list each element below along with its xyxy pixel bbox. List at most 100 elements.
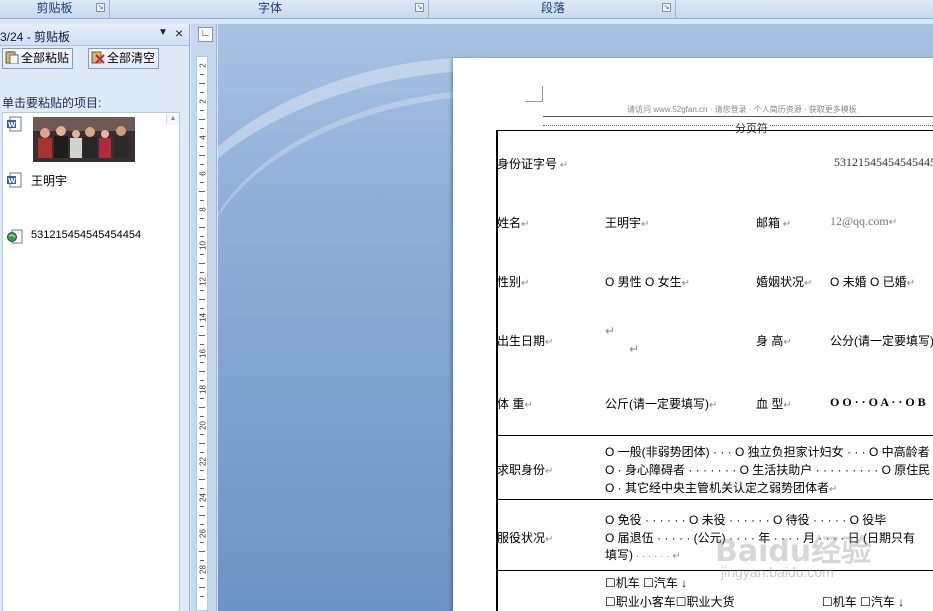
tab-selector-icon[interactable]: ∟	[198, 27, 213, 42]
ruler-tick	[200, 470, 204, 471]
identity-label: 求职身份↵	[497, 463, 554, 477]
ribbon-group-clipboard-label: 剪贴板	[36, 1, 73, 15]
ruler-tick	[200, 74, 204, 75]
gender-label: 性别↵	[497, 275, 530, 289]
ribbon-group-paragraph: 段落 ↘	[431, 0, 676, 19]
license-option-line[interactable]: ☐职业小客车☐职业大货	[605, 593, 735, 610]
ruler-tick	[199, 371, 205, 372]
ruler-tick	[200, 398, 204, 399]
ruler-tick	[199, 83, 205, 84]
birth-label: 出生日期↵	[497, 334, 554, 348]
ribbon-group-clipboard: 剪贴板 ↘	[0, 0, 110, 19]
ruler-tick	[200, 236, 204, 237]
vertical-ruler[interactable]: 2 2 4 6 8 10 12 14 16 18 20 22 24 26 28	[196, 56, 208, 611]
ruler-tick	[200, 596, 204, 597]
ruler-number: 10	[198, 241, 208, 250]
military-label: 服役状况↵	[497, 531, 554, 545]
identity-option-line[interactable]: O · 其它经中央主管机关认定之弱势团体者↵	[605, 479, 837, 496]
ruler-number: 6	[198, 171, 208, 176]
ribbon-group-font-label: 字体	[257, 1, 282, 15]
web-icon	[7, 229, 23, 244]
ribbon-group-font: 字体 ↘	[112, 0, 429, 19]
font-dialog-launcher-icon[interactable]: ↘	[415, 3, 424, 12]
clipboard-pane-title: 3/24 - 剪贴板	[0, 30, 71, 44]
ruler-tick	[200, 578, 204, 579]
ruler-tick	[199, 407, 205, 408]
ruler-tick	[199, 443, 205, 444]
ruler-tick	[200, 128, 204, 129]
ruler-tick	[199, 479, 205, 480]
ruler-tick	[200, 164, 204, 165]
weight-value[interactable]: 公斤(请一定要填写)↵	[605, 395, 717, 412]
ruler-tick	[200, 362, 204, 363]
ruler-tick	[199, 335, 205, 336]
marital-label: 婚姻状况↵	[756, 275, 813, 289]
ruler-tick	[199, 263, 205, 264]
ruler-number: 16	[198, 349, 208, 358]
email-label: 邮箱 ↵	[756, 216, 792, 230]
word-doc-icon: W	[7, 116, 22, 132]
email-value[interactable]: 12@qq.com↵	[830, 214, 897, 229]
ruler-tick	[200, 488, 204, 489]
marital-options[interactable]: O 未婚 O 已婚↵	[830, 273, 915, 290]
clipboard-pane: 3/24 - 剪贴板 ▼ × 全部粘贴 全部清空 单击要粘贴的项目: ▲ W W…	[0, 24, 190, 611]
ruler-tick	[200, 416, 204, 417]
ruler-number: 12	[198, 277, 208, 286]
ruler-number: 20	[198, 421, 208, 430]
ruler-number: 28	[198, 565, 208, 574]
clipboard-dialog-launcher-icon[interactable]: ↘	[96, 3, 105, 12]
id-label: 身份证字号 ↵	[497, 157, 569, 171]
identity-option-line[interactable]: O · 身心障碍者 · · · · · · · O 生活扶助户 · · · · …	[605, 461, 930, 478]
blood-options[interactable]: O O · · O A · · O B	[830, 395, 926, 410]
paragraph-mark: ↵	[605, 324, 616, 338]
table-divider	[496, 570, 933, 571]
ruler-tick	[200, 560, 204, 561]
license-option-line[interactable]: ☐机车 ☐汽车 ↓	[822, 593, 904, 610]
clipboard-pane-body: 全部粘贴 全部清空 单击要粘贴的项目: ▲ W W 王明宇 5312154545…	[0, 46, 189, 611]
ruler-tick	[200, 182, 204, 183]
document-page[interactable]: 请访问 www.52gfan.cn · 请您登录 · 个人简历资源 · 获取更多…	[453, 58, 933, 611]
clipboard-item-text[interactable]: W 王明宇	[7, 172, 177, 190]
ruler-number: 24	[198, 493, 208, 502]
word-doc-icon: W	[7, 172, 22, 188]
name-value[interactable]: 王明宇↵	[605, 214, 649, 231]
identity-option-line[interactable]: O 一般(非弱势团体) · · · O 独立负担家计妇女 · · · O 中高龄…	[605, 443, 930, 460]
ruler-tick	[199, 299, 205, 300]
gender-options[interactable]: O 男性 O 女生↵	[605, 273, 690, 290]
ruler-number: 14	[198, 313, 208, 322]
ruler-tick	[200, 380, 204, 381]
ruler-tick	[199, 227, 205, 228]
id-value[interactable]: 531215454545454454	[834, 155, 933, 170]
military-option-line[interactable]: 填写) · · · · · · ↵	[605, 546, 681, 563]
clipboard-photo-thumbnail	[33, 117, 135, 162]
clipboard-item-image[interactable]: W	[7, 116, 177, 166]
paste-all-label: 全部粘贴	[21, 51, 70, 65]
ruler-tick	[200, 218, 204, 219]
vertical-ruler-area: ∟ 2 2 4 6 8 10 12 14 16 18 20 22 24 26 28	[191, 24, 217, 611]
ruler-tick	[199, 551, 205, 552]
page-header-text: 请访问 www.52gfan.cn · 请您登录 · 个人简历资源 · 获取更多…	[627, 105, 857, 114]
clipboard-pane-header: 3/24 - 剪贴板 ▼ ×	[0, 24, 189, 46]
header-rule	[543, 116, 933, 117]
ribbon-group-paragraph-label: 段落	[540, 1, 565, 15]
pane-options-dropdown-icon[interactable]: ▼	[158, 27, 168, 38]
clear-all-button[interactable]: 全部清空	[88, 48, 160, 69]
paste-all-button[interactable]: 全部粘贴	[2, 48, 74, 69]
ruler-tick	[200, 452, 204, 453]
paste-hint-text: 单击要粘贴的项目:	[2, 96, 102, 110]
clipboard-item-list: ▲ W W 王明宇 531215454545454454	[2, 112, 180, 611]
ruler-tick	[200, 272, 204, 273]
ruler-tick	[200, 524, 204, 525]
clear-all-icon	[91, 51, 105, 64]
ribbon-group-bar: 剪贴板 ↘ 字体 ↘ 段落 ↘	[0, 0, 933, 19]
pane-close-icon[interactable]: ×	[175, 25, 183, 41]
margin-corner-mark	[525, 86, 543, 102]
table-top-border	[496, 130, 933, 131]
clipboard-item-text[interactable]: 531215454545454454	[7, 228, 177, 246]
license-option-line[interactable]: ☐机车 ☐汽车 ↓	[605, 574, 687, 591]
ruler-tick	[200, 254, 204, 255]
ruler-tick	[200, 200, 204, 201]
height-value[interactable]: 公分(请一定要填写)	[830, 332, 933, 349]
paragraph-dialog-launcher-icon[interactable]: ↘	[662, 3, 671, 12]
ruler-tick	[199, 191, 205, 192]
